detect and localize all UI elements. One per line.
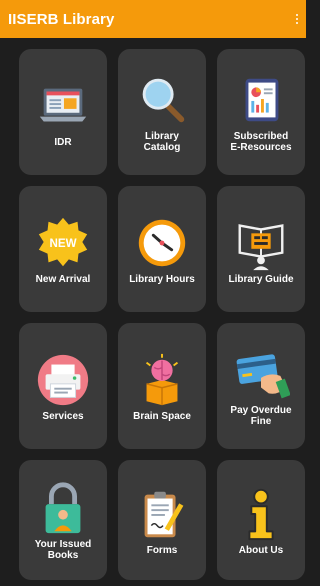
tile-about-us[interactable]: About Us (217, 460, 305, 580)
tile-new-arrival[interactable]: NEW New Arrival (19, 186, 107, 312)
tile-services[interactable]: Services (19, 323, 107, 449)
clipboard-icon (133, 485, 191, 543)
magnifier-icon (133, 71, 191, 129)
info-icon (232, 485, 290, 543)
credit-card-icon (232, 345, 290, 403)
tile-forms[interactable]: Forms (118, 460, 206, 580)
tile-label: Your Issued Books (34, 539, 92, 561)
lock-person-icon (34, 479, 92, 537)
svg-text:NEW: NEW (49, 236, 76, 249)
new-badge-icon: NEW (34, 214, 92, 272)
book-person-icon (232, 214, 290, 272)
clock-icon (133, 214, 191, 272)
menu-grid: IDR Library Catalog Subscribed E-Resourc… (19, 49, 305, 586)
tile-label: IDR (54, 136, 72, 148)
tile-label: Library Guide (228, 273, 294, 285)
overflow-menu-icon[interactable] (292, 7, 302, 31)
tile-label: Brain Space (133, 410, 191, 422)
tablet-report-icon (232, 71, 290, 129)
tile-library-guide[interactable]: Library Guide (217, 186, 305, 312)
tile-label: Subscribed E-Resources (230, 131, 292, 153)
tile-label: Services (42, 410, 84, 422)
tile-label: About Us (238, 544, 284, 556)
tile-your-issued-books[interactable]: Your Issued Books (19, 460, 107, 580)
tile-idr[interactable]: IDR (19, 49, 107, 175)
app-bar: IISERB Library (0, 0, 306, 38)
tile-pay-overdue-fine[interactable]: Pay Overdue Fine (217, 323, 305, 449)
tile-library-catalog[interactable]: Library Catalog (118, 49, 206, 175)
tile-label: Forms (146, 544, 178, 556)
laptop-icon (34, 77, 92, 135)
tile-label: Pay Overdue Fine (230, 405, 292, 427)
tile-label: New Arrival (35, 273, 91, 285)
tile-label: Library Hours (129, 273, 195, 285)
brain-box-icon (133, 351, 191, 409)
tile-brain-space[interactable]: Brain Space (118, 323, 206, 449)
tile-label: Library Catalog (143, 131, 181, 153)
tile-subscribed-e-resources[interactable]: Subscribed E-Resources (217, 49, 305, 175)
printer-icon (34, 351, 92, 409)
app-title: IISERB Library (8, 10, 115, 28)
tile-library-hours[interactable]: Library Hours (118, 186, 206, 312)
